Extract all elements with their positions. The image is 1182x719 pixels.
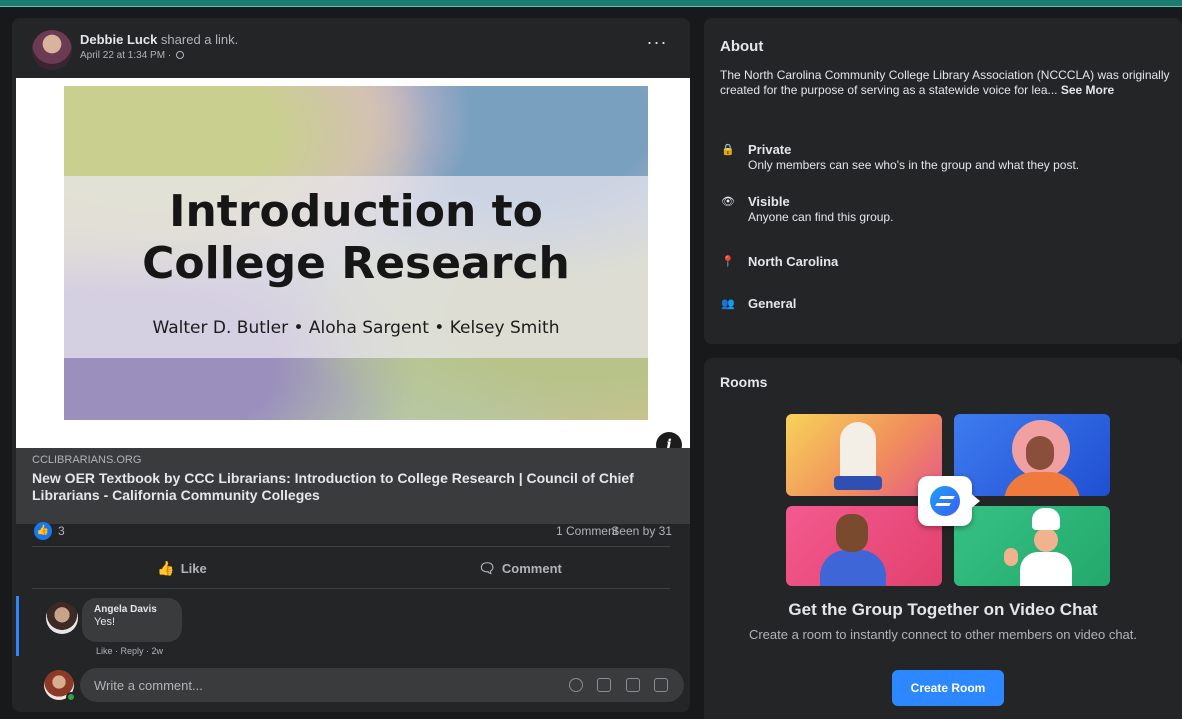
privacy-label: Private bbox=[748, 142, 792, 157]
divider bbox=[32, 588, 670, 589]
comment-text: Yes! bbox=[94, 616, 116, 628]
about-card: About The North Carolina Community Colle… bbox=[704, 18, 1182, 344]
thumbs-up-icon: 👍 bbox=[157, 560, 175, 576]
see-more-link[interactable]: See More bbox=[1061, 83, 1114, 97]
camera-icon[interactable] bbox=[597, 677, 612, 692]
rooms-illustration-woman bbox=[954, 414, 1110, 496]
cover-title-line2: College Research bbox=[142, 238, 570, 289]
stool-figure bbox=[834, 476, 882, 490]
visibility-description: Anyone can find this group. bbox=[748, 210, 894, 224]
man-head bbox=[836, 514, 868, 552]
about-location: 📍 North Carolina bbox=[720, 254, 1176, 274]
woman-face bbox=[1026, 436, 1054, 470]
eye-icon: 👁 bbox=[721, 196, 735, 208]
video-camera-icon bbox=[968, 491, 980, 511]
rooms-illustration-chef bbox=[954, 506, 1110, 586]
like-button[interactable]: 👍 Like bbox=[32, 552, 332, 584]
book-cover: Introduction to College Research Walter … bbox=[64, 86, 648, 420]
group-icon: 👥 bbox=[721, 298, 735, 310]
rooms-card: Rooms Get the Group Together on Video Ch… bbox=[704, 358, 1182, 719]
woman-body bbox=[1004, 472, 1080, 496]
like-reaction-icon[interactable]: 👍 bbox=[34, 522, 52, 540]
comment-author[interactable]: Angela Davis bbox=[94, 604, 170, 615]
reaction-count[interactable]: 3 bbox=[58, 524, 65, 538]
post-timestamp[interactable]: April 22 at 1:34 PM · bbox=[80, 50, 184, 61]
sticker-icon[interactable] bbox=[654, 677, 668, 692]
location-pin-icon: 📍 bbox=[721, 256, 735, 268]
visibility-label: Visible bbox=[748, 194, 790, 209]
post-card: Debbie Luck shared a link. April 22 at 1… bbox=[12, 18, 690, 712]
dog-figure bbox=[840, 422, 876, 480]
audience-globe-icon bbox=[175, 51, 184, 59]
author-avatar[interactable] bbox=[32, 30, 72, 70]
thread-highlight-bar bbox=[16, 596, 19, 656]
post-action-text: shared a link. bbox=[160, 32, 239, 47]
like-button-label: Like bbox=[180, 561, 207, 576]
reactions-bar: 👍 3 1 Comment Seen by 31 bbox=[32, 518, 672, 546]
rooms-heading: Get the Group Together on Video Chat bbox=[788, 600, 1098, 619]
about-category: 👥 General bbox=[720, 296, 1176, 316]
lock-icon: 🔒 bbox=[721, 144, 735, 156]
commenter-avatar[interactable] bbox=[46, 602, 78, 634]
seen-by-count[interactable]: Seen by 31 bbox=[611, 524, 672, 538]
category-label: General bbox=[748, 296, 797, 311]
create-room-button[interactable]: Create Room bbox=[892, 670, 1004, 706]
link-preview-image[interactable]: Introduction to College Research Walter … bbox=[16, 78, 690, 458]
author-line: Debbie Luck shared a link. bbox=[80, 32, 238, 47]
post-time-text[interactable]: April 22 at 1:34 PM · bbox=[80, 50, 174, 61]
chef-face bbox=[1034, 528, 1058, 552]
messenger-icon bbox=[918, 476, 980, 526]
comment-input-icons bbox=[559, 676, 668, 694]
top-accent-bar bbox=[0, 0, 1182, 7]
comment-bubble: Angela Davis Yes! bbox=[82, 598, 182, 642]
rooms-title: Rooms bbox=[720, 374, 768, 390]
comment-bubble-icon: 🗨 bbox=[478, 560, 496, 576]
about-privacy: 🔒 Private Only members can see who's in … bbox=[720, 142, 1176, 178]
chef-body bbox=[1020, 552, 1072, 586]
divider bbox=[32, 546, 670, 547]
write-comment-row bbox=[16, 666, 690, 706]
comment-button-label: Comment bbox=[501, 561, 562, 576]
link-preview-meta[interactable]: CCLIBRARIANS.ORG New OER Textbook by CCC… bbox=[16, 448, 690, 524]
comment-count[interactable]: 1 Comment bbox=[556, 524, 618, 538]
author-name[interactable]: Debbie Luck bbox=[80, 32, 157, 47]
comment-button[interactable]: 🗨 Comment bbox=[370, 552, 670, 584]
location-label[interactable]: North Carolina bbox=[748, 254, 838, 269]
privacy-description: Only members can see who's in the group … bbox=[748, 158, 1080, 172]
link-title: New OER Textbook by CCC Librarians: Intr… bbox=[32, 470, 634, 503]
emoji-icon[interactable] bbox=[568, 677, 583, 692]
cover-title-line1: Introduction to bbox=[169, 186, 543, 237]
rooms-subtext: Create a room to instantly connect to ot… bbox=[748, 627, 1138, 642]
chef-hand bbox=[1004, 548, 1018, 566]
messenger-bolt bbox=[935, 496, 955, 506]
messenger-circle bbox=[930, 486, 960, 516]
cover-title: Introduction to College Research bbox=[64, 186, 648, 290]
link-domain: CCLIBRARIANS.ORG bbox=[32, 454, 142, 466]
gif-icon[interactable] bbox=[625, 677, 640, 692]
cover-authors: Walter D. Butler • Aloha Sargent • Kelse… bbox=[152, 318, 560, 338]
comment-actions[interactable]: Like · Reply · 2w bbox=[96, 646, 163, 656]
about-description: The North Carolina Community College Lib… bbox=[720, 68, 1176, 98]
chef-hat bbox=[1032, 508, 1060, 530]
about-visibility: 👁 Visible Anyone can find this group. bbox=[720, 194, 1176, 230]
online-status-dot bbox=[66, 692, 76, 702]
post-header: Debbie Luck shared a link. April 22 at 1… bbox=[12, 18, 690, 78]
man-body bbox=[820, 550, 886, 586]
post-more-options-button[interactable]: ··· bbox=[642, 33, 672, 58]
about-title: About bbox=[720, 38, 764, 55]
comment-thread: Angela Davis Yes! Like · Reply · 2w bbox=[16, 592, 690, 660]
